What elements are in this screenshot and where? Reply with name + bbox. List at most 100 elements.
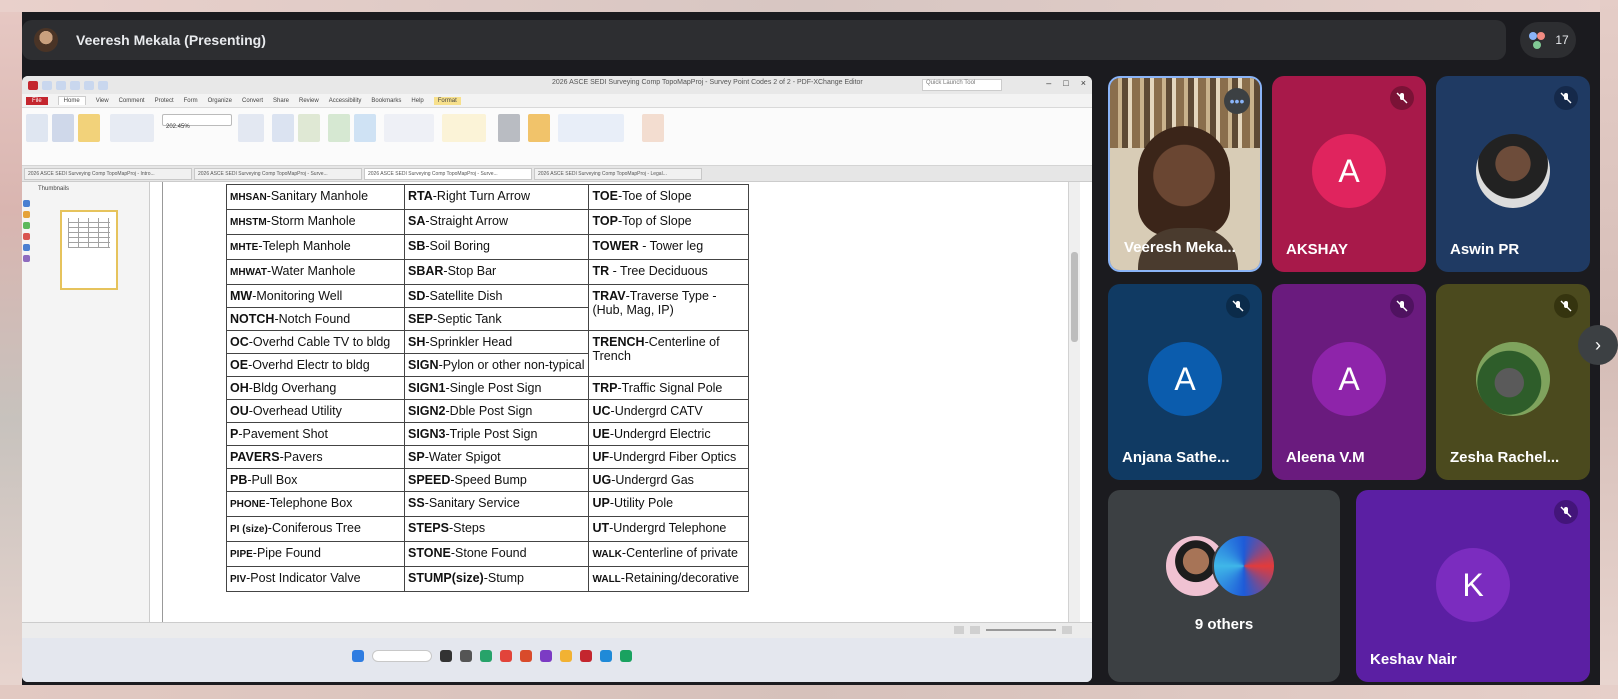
maximize-icon[interactable]: □ <box>1063 78 1068 88</box>
chevron-right-icon[interactable]: › <box>1578 325 1618 365</box>
add-edit-links-icon[interactable] <box>528 114 550 142</box>
sticky-note-icon[interactable] <box>442 114 486 142</box>
code-label: MHTE <box>230 242 259 253</box>
document-tab[interactable]: 2026 ASCE SEDI Surveying Comp TopoMapPro… <box>24 167 192 180</box>
code-label: UG <box>592 473 612 487</box>
comments-icon[interactable] <box>23 233 30 240</box>
more-options-icon[interactable]: ••• <box>1224 88 1250 114</box>
page-thumbnail[interactable] <box>60 210 118 290</box>
edge-icon[interactable] <box>600 650 612 662</box>
page-nav-icon[interactable] <box>954 626 964 634</box>
avatar: A <box>1148 342 1222 416</box>
ribbon-tab[interactable]: File <box>26 96 48 105</box>
hand-tool-icon[interactable] <box>26 114 48 142</box>
code-description: - Tower leg <box>638 239 704 253</box>
code-description: -Centerline of private <box>621 546 738 560</box>
participant-tile-keshav[interactable]: K Keshav Nair <box>1356 490 1590 682</box>
code-label: MHSAN <box>230 192 267 203</box>
taskbar-app-icon[interactable] <box>520 650 532 662</box>
zoom-in-icon[interactable] <box>1062 626 1072 634</box>
select-text-icon[interactable] <box>52 114 74 142</box>
ribbon-tab[interactable]: Bookmarks <box>371 98 401 104</box>
taskbar-app-icon[interactable] <box>480 650 492 662</box>
table-row: MHSAN-Sanitary Manhole RTA-Right Turn Arr… <box>226 184 750 210</box>
taskbar-app-icon[interactable] <box>460 650 472 662</box>
select-comments-icon[interactable] <box>78 114 100 142</box>
start-icon[interactable] <box>352 650 364 662</box>
typewriter-icon[interactable] <box>384 114 434 142</box>
code-description: -Bldg Overhang <box>248 381 337 395</box>
ribbon-tab[interactable]: Convert <box>242 98 263 104</box>
attachments-icon[interactable] <box>23 222 30 229</box>
participants-count-button[interactable]: 17 <box>1520 22 1576 58</box>
participant-tile-veeresh[interactable]: ••• Veeresh Meka... <box>1108 76 1262 272</box>
participant-tile-anjana[interactable]: A Anjana Sathe... <box>1108 284 1262 480</box>
properties-icon[interactable] <box>23 244 30 251</box>
ribbon-tab[interactable]: Share <box>273 98 289 104</box>
ribbon-tab[interactable]: View <box>96 98 109 104</box>
participant-tile-akshay[interactable]: A AKSHAY <box>1272 76 1426 272</box>
avatar: A <box>1312 342 1386 416</box>
edit-text-icon[interactable] <box>272 114 294 142</box>
chrome-icon[interactable] <box>500 650 512 662</box>
page-nav-icon[interactable] <box>970 626 980 634</box>
close-icon[interactable]: × <box>1081 78 1086 88</box>
table-cell: UP-Utility Pole <box>588 491 750 517</box>
add-icon[interactable] <box>328 114 350 142</box>
table-cell: STUMP(size)-Stump <box>403 566 590 592</box>
ribbon-tab[interactable]: Accessibility <box>329 98 362 104</box>
code-description: -Water Spigot <box>424 450 501 464</box>
code-label: SH <box>408 335 426 349</box>
ribbon-tab[interactable]: Review <box>299 98 319 104</box>
document-tab-active[interactable]: 2026 ASCE SEDI Surveying Comp TopoMapPro… <box>364 167 532 180</box>
table-cell: MHSAN-Sanitary Manhole <box>226 184 405 210</box>
table-cell: SP-Water Spigot <box>403 445 590 469</box>
table-cell: STEPS-Steps <box>403 516 590 542</box>
background-edge <box>0 0 1618 12</box>
links-group-icon[interactable] <box>558 114 624 142</box>
participant-tile-others[interactable]: 9 others <box>1108 490 1340 682</box>
ribbon-tab[interactable]: Form <box>184 98 198 104</box>
taskbar-app-icon[interactable] <box>620 650 632 662</box>
code-label: OU <box>230 404 249 418</box>
ribbon-tab[interactable]: Protect <box>155 98 174 104</box>
ribbon-tab[interactable]: Format <box>433 96 461 105</box>
table-cell: NOTCH-Notch Found <box>226 307 405 331</box>
taskbar-search[interactable] <box>372 650 432 662</box>
ribbon-tab[interactable]: Organize <box>208 98 232 104</box>
search-icon[interactable] <box>23 255 30 262</box>
search-box[interactable]: Quick Launch Tool <box>922 79 1002 91</box>
vertical-scrollbar[interactable] <box>1068 182 1080 622</box>
table-cell: OE-Overhd Electr to bldg <box>226 353 405 377</box>
taskbar-app-icon[interactable] <box>540 650 552 662</box>
avatar <box>1476 342 1550 416</box>
ribbon-tab[interactable]: Home <box>57 96 86 105</box>
bookmark-icon[interactable] <box>23 200 30 207</box>
presenter-avatar <box>34 28 58 52</box>
layers-icon[interactable] <box>23 211 30 218</box>
snapshot-icon[interactable] <box>110 114 154 142</box>
participant-tile-aleena[interactable]: A Aleena V.M <box>1272 284 1426 480</box>
task-view-icon[interactable] <box>440 650 452 662</box>
participant-tile-aswin[interactable]: Aswin PR <box>1436 76 1590 272</box>
code-description: -Stump <box>483 571 524 585</box>
code-label: TRAV <box>592 289 626 303</box>
selection-icon[interactable] <box>354 114 376 142</box>
document-tab[interactable]: 2026 ASCE SEDI Surveying Comp TopoMapPro… <box>534 167 702 180</box>
participant-tile-zesha[interactable]: Zesha Rachel... <box>1436 284 1590 480</box>
fit-page-icon[interactable] <box>238 114 264 142</box>
code-label: MHSTM <box>230 217 267 228</box>
mic-off-icon <box>1554 294 1578 318</box>
zoom-slider[interactable] <box>986 629 1056 631</box>
ribbon-tab[interactable]: Help <box>411 98 423 104</box>
code-description: -Undergrd Electric <box>609 427 711 441</box>
document-tab[interactable]: 2026 ASCE SEDI Surveying Comp TopoMapPro… <box>194 167 362 180</box>
ribbon-tab[interactable]: Comment <box>119 98 145 104</box>
file-explorer-icon[interactable] <box>560 650 572 662</box>
minimize-icon[interactable]: – <box>1046 78 1051 88</box>
stamp-icon[interactable] <box>498 114 520 142</box>
edit-objects-icon[interactable] <box>298 114 320 142</box>
zoom-select[interactable]: 202.45% <box>162 114 232 130</box>
sign-document-icon[interactable] <box>642 114 664 142</box>
pdf-editor-icon[interactable] <box>580 650 592 662</box>
